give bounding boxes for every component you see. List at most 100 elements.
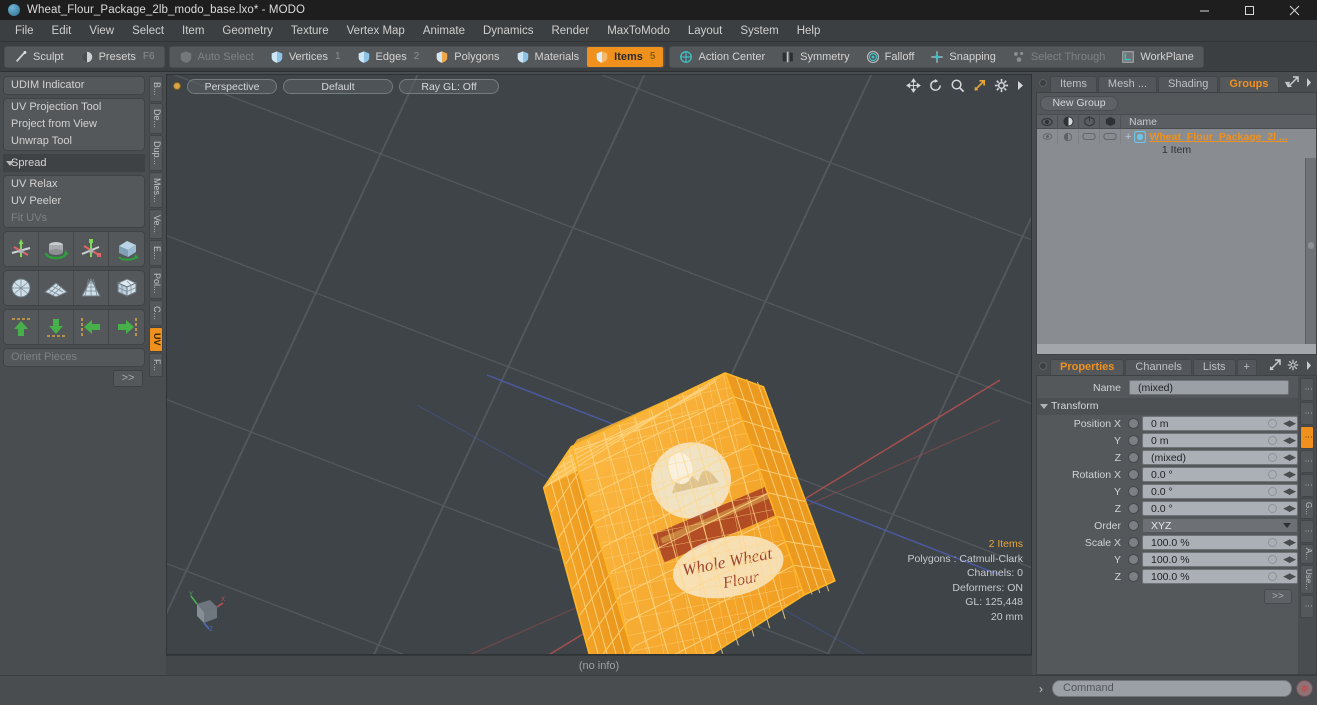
vtab-basic[interactable]: B... — [149, 76, 163, 102]
radio-position-y[interactable] — [1128, 435, 1139, 446]
menu-geometry[interactable]: Geometry — [213, 20, 282, 42]
menu-edit[interactable]: Edit — [43, 20, 81, 42]
radio-position-z[interactable] — [1128, 452, 1139, 463]
pstrip-tab-g[interactable]: G... — [1300, 498, 1314, 519]
menu-animate[interactable]: Animate — [414, 20, 474, 42]
field-position-y[interactable]: 0 m ◀▶ — [1142, 433, 1298, 448]
fit-expand-icon[interactable] — [972, 78, 987, 93]
row-wireframe-toggle[interactable] — [1100, 129, 1121, 144]
maximize-button[interactable] — [1227, 0, 1272, 20]
radio-scale-z[interactable] — [1128, 571, 1139, 582]
menu-system[interactable]: System — [731, 20, 787, 42]
mini-dial-icon[interactable] — [1268, 504, 1277, 513]
section-spread[interactable]: Spread — [3, 154, 145, 172]
mini-dial-icon[interactable] — [1268, 436, 1277, 445]
rotate-icon[interactable] — [928, 78, 943, 93]
align-up-button[interactable] — [4, 310, 39, 344]
materials-button[interactable]: Materials — [508, 47, 588, 67]
gear-icon[interactable] — [1287, 359, 1299, 371]
pstrip-tab-1[interactable]: ⋮ — [1300, 378, 1314, 401]
tool-orient-pieces[interactable]: Orient Pieces — [4, 349, 144, 366]
menu-view[interactable]: View — [80, 20, 123, 42]
vtab-polygon[interactable]: Pol... — [149, 266, 163, 300]
symmetry-button[interactable]: Symmetry — [773, 47, 858, 67]
tool-uv-projection[interactable]: UV Projection Tool — [4, 99, 144, 116]
mini-dial-icon[interactable] — [1268, 555, 1277, 564]
field-position-x[interactable]: 0 m ◀▶ — [1142, 416, 1298, 431]
field-rotation-z[interactable]: 0.0 ° ◀▶ — [1142, 501, 1298, 516]
items-button[interactable]: Items 5 — [587, 46, 664, 67]
pstrip-tab-4[interactable]: ⋮ — [1300, 450, 1314, 473]
tab-mesh[interactable]: Mesh ... — [1097, 76, 1158, 92]
stepper-arrows-icon[interactable]: ◀▶ — [1283, 435, 1296, 446]
chevron-right-icon[interactable] — [1305, 360, 1313, 371]
tree-item-name-cell[interactable]: + Wheat_Flour_Package_2l ... — [1121, 131, 1316, 143]
tool-uv-peeler[interactable]: UV Peeler — [4, 193, 144, 210]
viewport-menu-dot-icon[interactable] — [173, 82, 181, 90]
snapping-button[interactable]: Snapping — [922, 47, 1004, 67]
field-rotation-x[interactable]: 0.0 ° ◀▶ — [1142, 467, 1298, 482]
col-shading[interactable] — [1058, 114, 1079, 129]
vtab-uv[interactable]: UV — [149, 327, 163, 352]
workplane-button[interactable]: WorkPlane — [1113, 47, 1202, 67]
groups-tree-empty-area[interactable] — [1037, 158, 1316, 344]
tool-unwrap[interactable]: Unwrap Tool — [4, 133, 144, 150]
stepper-arrows-icon[interactable]: ◀▶ — [1283, 503, 1296, 514]
menu-help[interactable]: Help — [788, 20, 830, 42]
uv-cone-projection-button[interactable] — [74, 271, 109, 305]
vtab-duplicate[interactable]: Dup... — [149, 134, 163, 171]
col-render[interactable] — [1079, 114, 1100, 129]
menu-render[interactable]: Render — [542, 20, 598, 42]
new-group-button[interactable]: New Group — [1040, 96, 1118, 111]
viewport-raygl-selector[interactable]: Ray GL: Off — [399, 78, 499, 94]
radio-rotation-x[interactable] — [1128, 469, 1139, 480]
panel-menu-dot-icon[interactable] — [1039, 362, 1047, 370]
vtab-deform[interactable]: De... — [149, 102, 163, 134]
vtab-mesh[interactable]: Mes... — [149, 171, 163, 209]
tool-fit-uvs[interactable]: Fit UVs — [4, 210, 144, 227]
tab-channels[interactable]: Channels — [1125, 359, 1192, 375]
tool-project-from-view[interactable]: Project from View — [4, 116, 144, 133]
mini-dial-icon[interactable] — [1268, 538, 1277, 547]
radio-rotation-z[interactable] — [1128, 503, 1139, 514]
tab-properties[interactable]: Properties — [1050, 359, 1125, 375]
field-rotation-y[interactable]: 0.0 ° ◀▶ — [1142, 484, 1298, 499]
chevron-right-icon[interactable] — [1305, 77, 1313, 88]
pan-move-icon[interactable] — [906, 78, 921, 93]
tab-add[interactable]: + — [1236, 359, 1257, 375]
wheat-flour-package-3d-model[interactable]: Whole Wheat Flour — [167, 75, 1000, 655]
stepper-arrows-icon[interactable]: ◀▶ — [1283, 554, 1296, 565]
select-through-button[interactable]: Select Through — [1004, 47, 1113, 67]
viewport-style-selector[interactable]: Default — [283, 78, 393, 94]
groups-tree-scrollbar[interactable] — [1305, 158, 1316, 344]
uv-scale-button[interactable] — [74, 232, 109, 266]
uv-sphere-projection-button[interactable] — [4, 271, 39, 305]
stepper-arrows-icon[interactable]: ◀▶ — [1283, 469, 1296, 480]
pstrip-tab-10[interactable]: ⋮ — [1300, 594, 1314, 618]
radio-scale-y[interactable] — [1128, 554, 1139, 565]
row-visibility-toggle[interactable] — [1037, 129, 1058, 144]
section-transform[interactable]: Transform — [1037, 398, 1298, 415]
field-position-z[interactable]: (mixed) ◀▶ — [1142, 450, 1298, 465]
uv-box-projection-button[interactable] — [109, 271, 144, 305]
viewport-projection-selector[interactable]: Perspective — [187, 78, 277, 94]
auto-select-button[interactable]: Auto Select — [171, 47, 262, 67]
menu-texture[interactable]: Texture — [282, 20, 338, 42]
align-right-button[interactable] — [109, 310, 144, 344]
left-panel-more-button[interactable]: >> — [113, 370, 143, 387]
radio-scale-x[interactable] — [1128, 537, 1139, 548]
tab-items[interactable]: Items — [1050, 76, 1097, 92]
expand-diagonal-icon[interactable] — [1287, 76, 1299, 88]
uv-planar-projection-button[interactable] — [39, 271, 74, 305]
close-button[interactable] — [1272, 0, 1317, 20]
stepper-arrows-icon[interactable]: ◀▶ — [1283, 571, 1296, 582]
tab-groups[interactable]: Groups — [1219, 76, 1279, 92]
mini-dial-icon[interactable] — [1268, 453, 1277, 462]
menu-select[interactable]: Select — [123, 20, 173, 42]
name-field[interactable]: (mixed) — [1129, 380, 1289, 395]
edges-button[interactable]: Edges 2 — [349, 47, 428, 67]
pstrip-tab-use[interactable]: Use... — [1300, 564, 1314, 594]
vtab-edge[interactable]: E... — [149, 240, 163, 266]
vtab-vertex[interactable]: Ve... — [149, 209, 163, 240]
dropdown-order[interactable]: XYZ — [1142, 518, 1298, 533]
